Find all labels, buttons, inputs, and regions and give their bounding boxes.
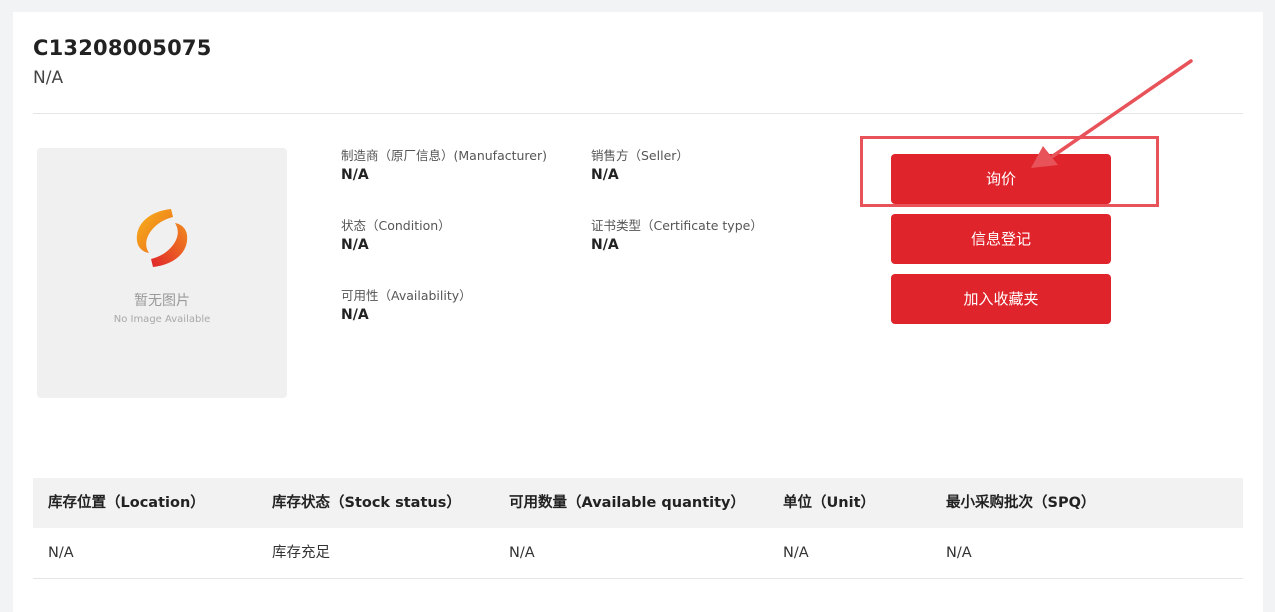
inquiry-button[interactable]: 询价 [891,154,1111,204]
header-divider [33,113,1243,114]
cell-available-quantity: N/A [509,545,535,561]
cell-spq: N/A [946,545,972,561]
attr-availability-value: N/A [341,307,369,323]
cell-unit: N/A [783,545,809,561]
attr-manufacturer-label: 制造商（原厂信息）(Manufacturer) [341,148,547,163]
attr-certificate-type-value: N/A [591,237,619,253]
cell-stock-status: 库存充足 [272,545,330,561]
brand-swirl-logo-icon [136,209,188,267]
header-stock-status: 库存状态（Stock status） [272,495,461,511]
attr-availability-label: 可用性（Availability） [341,288,472,303]
no-image-text-cn: 暂无图片 [134,293,190,309]
attr-availability: 可用性（Availability） N/A [341,285,472,323]
add-to-favorites-button[interactable]: 加入收藏夹 [891,274,1111,324]
product-subtitle: N/A [33,68,64,88]
register-info-button[interactable]: 信息登记 [891,214,1111,264]
part-number-title: C13208005075 [33,36,212,60]
attr-manufacturer: 制造商（原厂信息）(Manufacturer) N/A [341,145,547,183]
attr-seller-label: 销售方（Seller） [591,148,689,163]
stock-table-header: 库存位置（Location） 库存状态（Stock status） 可用数量（A… [33,478,1243,528]
header-spq: 最小采购批次（SPQ） [946,495,1096,511]
table-row: N/A 库存充足 N/A N/A N/A [33,528,1243,579]
attr-condition-value: N/A [341,237,369,253]
attr-manufacturer-value: N/A [341,167,369,183]
attr-condition-label: 状态（Condition） [341,218,451,233]
header-unit: 单位（Unit） [783,495,875,511]
header-available-quantity: 可用数量（Available quantity） [509,495,745,511]
product-detail-card: C13208005075 N/A 暂无图片 No Image Available… [13,12,1263,612]
attr-certificate-type-label: 证书类型（Certificate type） [591,218,763,233]
no-image-text-en: No Image Available [113,314,211,325]
stock-table: 库存位置（Location） 库存状态（Stock status） 可用数量（A… [33,478,1243,579]
cell-location: N/A [48,545,74,561]
attr-condition: 状态（Condition） N/A [341,215,451,253]
header-location: 库存位置（Location） [48,495,205,511]
product-image-placeholder: 暂无图片 No Image Available [37,148,287,398]
attr-certificate-type: 证书类型（Certificate type） N/A [591,215,763,253]
attr-seller: 销售方（Seller） N/A [591,145,689,183]
attr-seller-value: N/A [591,167,619,183]
